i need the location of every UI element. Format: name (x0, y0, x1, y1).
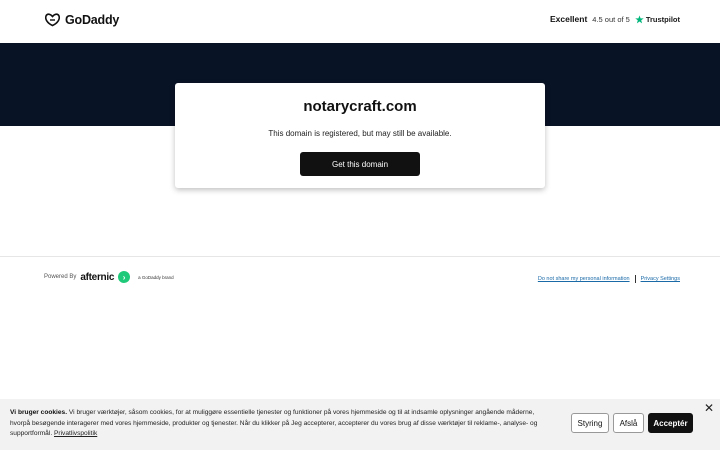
get-domain-button[interactable]: Get this domain (300, 152, 420, 176)
cookie-banner: Vi bruger cookies. Vi bruger værktøjer, … (0, 399, 720, 450)
footer-links: Do not share my personal information Pri… (538, 275, 680, 283)
godaddy-logo[interactable]: GoDaddy (44, 12, 119, 27)
domain-name: notarycraft.com (303, 98, 417, 115)
cookie-title: Vi bruger cookies. (10, 409, 68, 416)
trustpilot-label: Trustpilot (645, 14, 680, 24)
afternic-logo-text[interactable]: afternic (80, 272, 114, 283)
logo-text: GoDaddy (65, 12, 120, 27)
powered-by-label: Powered By (44, 274, 77, 280)
footer-divider (0, 256, 720, 257)
domain-card: notarycraft.com This domain is registere… (175, 83, 545, 188)
do-not-share-link[interactable]: Do not share my personal information (538, 276, 630, 282)
trustpilot-brand: Trustpilot (635, 15, 680, 24)
privacy-policy-link[interactable]: Privatlivspolitik (54, 430, 97, 437)
accept-cookies-button[interactable]: Acceptér (648, 413, 693, 433)
decline-cookies-button[interactable]: Afslå (613, 413, 644, 433)
powered-by: Powered By afternic › a GoDaddy brand (44, 271, 174, 283)
godaddy-brand-tag: a GoDaddy brand (138, 274, 174, 280)
privacy-settings-link[interactable]: Privacy Settings (641, 276, 680, 282)
star-icon (635, 14, 644, 23)
availability-text: This domain is registered, but may still… (268, 129, 452, 138)
manage-cookies-button[interactable]: Styring (571, 413, 609, 433)
rating-value: 4.5 out of 5 (592, 14, 630, 24)
site-header: GoDaddy Excellent 4.5 out of 5 Trustpilo… (0, 0, 720, 43)
cookie-message: Vi bruger cookies. Vi bruger værktøjer, … (10, 408, 550, 440)
footer-link-separator (634, 275, 636, 283)
close-icon[interactable]: ✕ (703, 402, 715, 414)
rating-label: Excellent (549, 14, 588, 24)
trustpilot-rating[interactable]: Excellent 4.5 out of 5 Trustpilot (550, 14, 680, 24)
godaddy-logo-icon (44, 13, 61, 27)
afternic-mark-icon: › (118, 271, 131, 283)
